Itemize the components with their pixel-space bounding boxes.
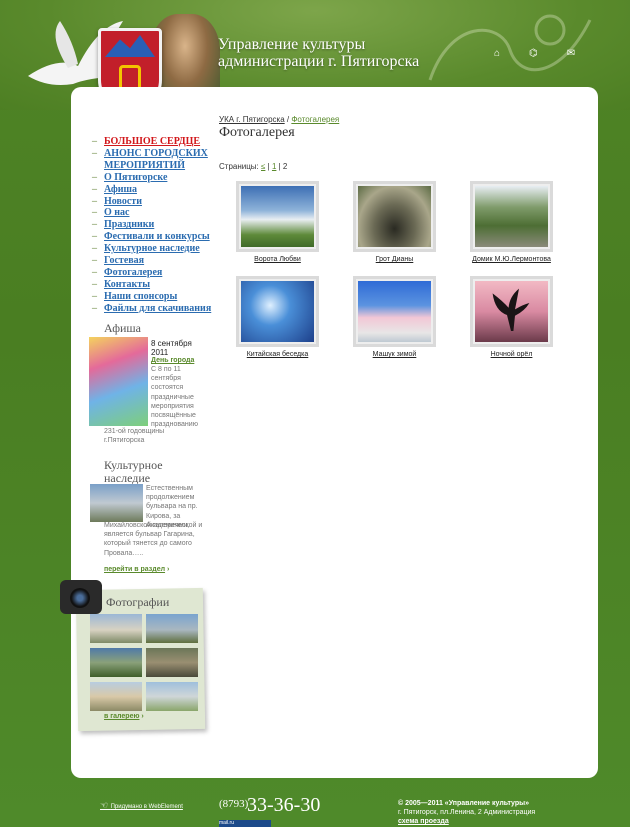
- gallery-frame[interactable]: [470, 181, 553, 252]
- menu-item-about-city[interactable]: О Пятигорске: [92, 172, 222, 184]
- photo-thumb[interactable]: [146, 614, 198, 643]
- heritage-more-link[interactable]: перейти в раздел ›: [104, 566, 169, 573]
- gallery-caption[interactable]: Китайская беседка: [232, 351, 323, 358]
- gallery-frame[interactable]: [353, 276, 436, 347]
- pagination-label: Страницы:: [219, 162, 259, 171]
- gallery-frame[interactable]: [236, 181, 319, 252]
- afisha-heading: Афиша: [104, 321, 141, 335]
- phone-code: (8793): [219, 798, 249, 810]
- gallery-more-link[interactable]: в галерею ›: [104, 713, 144, 720]
- gallery-item[interactable]: Грот Дианы: [353, 181, 440, 263]
- breadcrumb: УКА г. Пятигорска / Фотогалерея: [219, 115, 339, 124]
- menu-item-news[interactable]: Новости: [92, 196, 222, 208]
- gallery-caption[interactable]: Ворота Любви: [232, 256, 323, 263]
- afisha-text-cont: 231-ой годовщины г.Пятигорска: [104, 428, 165, 445]
- main-menu: БОЛЬШОЕ СЕРДЦЕ АНОНС ГОРОДСКИХ МЕРОПРИЯТ…: [92, 136, 222, 315]
- sitemap-icon[interactable]: ⌬: [529, 48, 538, 59]
- gallery-frame[interactable]: [236, 276, 319, 347]
- chevron-right-icon: ›: [165, 566, 170, 573]
- menu-item-festivals[interactable]: Фестивали и конкурсы: [92, 231, 222, 243]
- site-title-line1: Управление культуры: [218, 36, 366, 53]
- mail-icon[interactable]: ✉: [567, 48, 575, 59]
- gallery-item[interactable]: Машук зимой: [353, 276, 440, 358]
- menu-item-downloads[interactable]: Файлы для скачивания: [92, 303, 222, 315]
- gallery-caption[interactable]: Грот Дианы: [349, 256, 440, 263]
- pagination-page-2: 2: [282, 162, 288, 171]
- gallery-item[interactable]: Ночной орёл: [470, 276, 557, 358]
- pagination: Страницы: ≤ | 1 | 2: [219, 162, 288, 171]
- gallery-photo: [241, 186, 314, 247]
- page-title: Фотогалерея: [219, 125, 295, 140]
- made-by-link[interactable]: ☜ Придумано в WebElement: [100, 800, 183, 811]
- camera-icon: [60, 580, 102, 614]
- afisha-event-link[interactable]: День города: [151, 356, 194, 365]
- gallery-caption[interactable]: Ночной орёл: [466, 351, 557, 358]
- heritage-image[interactable]: [90, 484, 143, 522]
- gallery-caption[interactable]: Машук зимой: [349, 351, 440, 358]
- made-by-label: Придумано в WebElement: [110, 804, 183, 810]
- gallery-photo: [241, 281, 314, 342]
- photos-thumbnails: [90, 614, 198, 711]
- menu-item-holidays[interactable]: Праздники: [92, 219, 222, 231]
- footer-info: © 2005—2011 «Управление культуры» г. Пят…: [398, 799, 535, 826]
- site-title[interactable]: Управление культуры администрации г. Пят…: [218, 36, 419, 70]
- photo-thumb[interactable]: [146, 682, 198, 711]
- phone-number: 33-36-30: [247, 794, 321, 816]
- menu-item-big-heart[interactable]: БОЛЬШОЕ СЕРДЦЕ: [92, 136, 222, 148]
- photo-thumb[interactable]: [90, 614, 142, 643]
- eagle-silhouette: [492, 288, 530, 331]
- gallery-more-label[interactable]: в галерею: [104, 713, 139, 720]
- footer-address: г. Пятигорск, пл.Ленина, 2 Администрация: [398, 809, 536, 816]
- site-title-line2: администрации г. Пятигорска: [218, 53, 420, 70]
- home-icon[interactable]: ⌂: [494, 48, 500, 59]
- menu-item-heritage[interactable]: Культурное наследие: [92, 243, 222, 255]
- afisha-poster[interactable]: [89, 337, 148, 426]
- menu-item-sponsors[interactable]: Наши спонсоры: [92, 291, 222, 303]
- photos-heading: Фотографии: [106, 595, 170, 609]
- gallery-photo: [358, 186, 431, 247]
- gallery-frame[interactable]: [353, 181, 436, 252]
- breadcrumb-current[interactable]: Фотогалерея: [291, 115, 339, 124]
- afisha-date: 8 сентября 2011: [151, 339, 192, 357]
- menu-item-contacts[interactable]: Контакты: [92, 279, 222, 291]
- heritage-heading: Культурное наследие: [104, 459, 163, 485]
- gallery-photo: [475, 186, 548, 247]
- menu-item-afisha[interactable]: Афиша: [92, 184, 222, 196]
- gallery-photo: [475, 281, 548, 342]
- photo-thumb[interactable]: [146, 648, 198, 677]
- menu-item-announcements[interactable]: АНОНС ГОРОДСКИХ МЕРОПРИЯТИЙ: [92, 148, 222, 172]
- map-link[interactable]: схема проезда: [398, 817, 535, 826]
- footer-copyright: © 2005—2011 «Управление культуры»: [398, 800, 530, 807]
- pagination-page-1[interactable]: 1: [272, 162, 276, 171]
- menu-item-about-us[interactable]: О нас: [92, 207, 222, 219]
- chevron-right-icon: ›: [139, 713, 144, 720]
- pagination-prev[interactable]: ≤: [261, 162, 265, 171]
- menu-item-gallery[interactable]: Фотогалерея: [92, 267, 222, 279]
- menu-item-guestbook[interactable]: Гостевая: [92, 255, 222, 267]
- gallery-item[interactable]: Китайская беседка: [236, 276, 323, 358]
- mail-counter[interactable]: mail.ru: [219, 820, 271, 827]
- gallery-caption[interactable]: Домик М.Ю.Лермонтова: [466, 256, 557, 263]
- photo-thumb[interactable]: [90, 682, 142, 711]
- photo-thumb[interactable]: [90, 648, 142, 677]
- heritage-text-cont: Михайловской галереями, является бульвар…: [104, 522, 195, 557]
- heritage-more-label[interactable]: перейти в раздел: [104, 566, 165, 573]
- swirl-ornament: [428, 14, 592, 81]
- gallery-item[interactable]: Ворота Любви: [236, 181, 323, 263]
- breadcrumb-root[interactable]: УКА г. Пятигорска: [219, 115, 285, 124]
- gallery-photo: [358, 281, 431, 342]
- hand-icon: ☜: [100, 800, 111, 810]
- gallery-frame[interactable]: [470, 276, 553, 347]
- gallery-item[interactable]: Домик М.Ю.Лермонтова: [470, 181, 557, 263]
- top-icons: ⌂ ⌬ ✉: [494, 48, 575, 59]
- afisha-text: С 8 по 11 сентября состоятся праздничные…: [151, 366, 198, 429]
